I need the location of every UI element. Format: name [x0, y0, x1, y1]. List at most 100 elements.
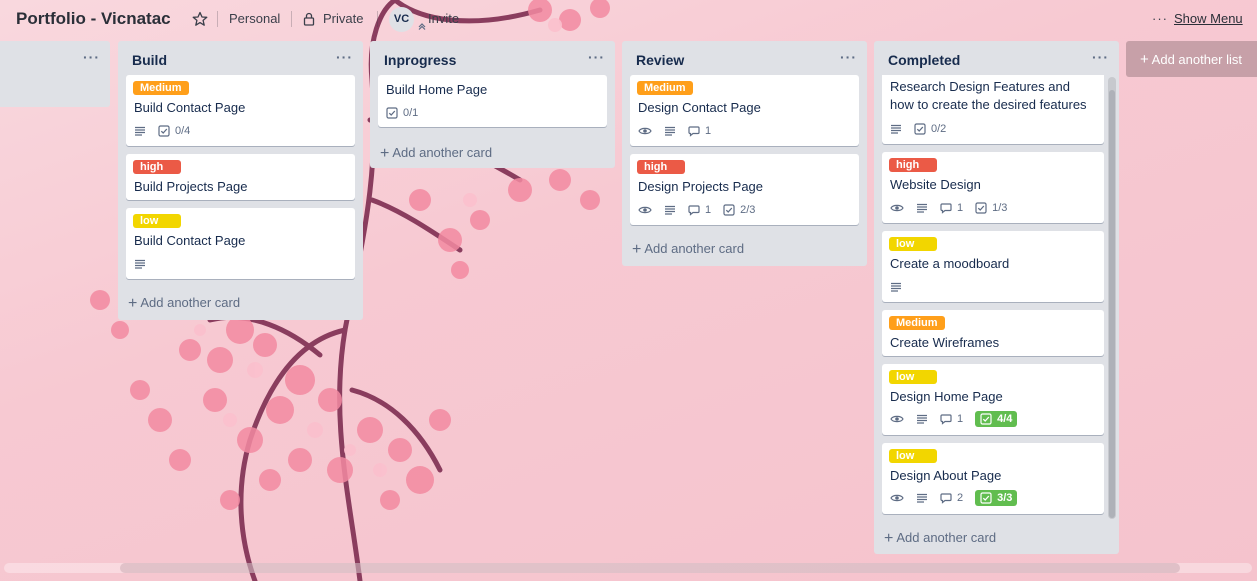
comments-badge: 1	[940, 413, 963, 425]
card-label[interactable]: Medium	[133, 81, 189, 95]
card-label[interactable]: high	[637, 160, 685, 174]
checklist-icon	[158, 125, 170, 137]
checklist-icon	[975, 202, 987, 214]
card-title: Design Home Page	[890, 389, 1003, 404]
card[interactable]: low Create a moodboard	[882, 231, 1104, 302]
checklist-complete-badge: 3/3	[975, 490, 1018, 506]
checklist-icon	[980, 492, 992, 504]
description-icon	[916, 413, 928, 425]
card-label[interactable]: high	[133, 160, 181, 174]
card[interactable]: Research Design Features and how to crea…	[882, 75, 1104, 144]
list-build: Build ··· Medium Build Contact Page 0/4 …	[118, 41, 363, 320]
card-title: Build Home Page	[386, 82, 488, 97]
list-title[interactable]: Build	[132, 52, 167, 68]
header-divider	[377, 11, 378, 27]
card[interactable]: high Build Projects Page	[126, 154, 355, 200]
avatar[interactable]: VC	[389, 7, 414, 32]
list-title[interactable]: Completed	[888, 52, 960, 68]
card-badges: 1	[638, 122, 723, 140]
add-card-button[interactable]: + Add another card	[884, 529, 996, 547]
list-menu-icon[interactable]: ···	[336, 49, 353, 65]
checklist-count: 0/2	[931, 123, 947, 135]
partial-list: ···	[0, 41, 110, 107]
card[interactable]: Medium Create Wireframes	[882, 310, 1104, 356]
description-icon	[664, 125, 676, 137]
description-icon	[916, 492, 928, 504]
visibility-button[interactable]: Private	[323, 11, 363, 26]
card-label[interactable]: low	[889, 237, 937, 251]
comments-badge: 1	[688, 204, 711, 216]
list-menu-icon[interactable]: ···	[83, 49, 100, 65]
card[interactable]: low Design Home Page 1 4/4	[882, 364, 1104, 435]
card[interactable]: low Design About Page 2 3/3	[882, 443, 1104, 514]
card-label[interactable]: low	[889, 370, 937, 384]
comment-count: 1	[957, 202, 964, 214]
add-card-button[interactable]: + Add another card	[128, 294, 240, 312]
plus-icon: +	[632, 241, 642, 258]
description-icon	[890, 123, 902, 135]
comment-count: 2	[957, 492, 964, 504]
card[interactable]: Medium Design Contact Page 1	[630, 75, 859, 146]
card-badges: 0/2	[890, 120, 958, 138]
card-title: Create Wireframes	[890, 335, 1000, 350]
comment-icon	[940, 203, 952, 214]
card-badges: 1 1/3	[890, 199, 1019, 217]
card-title: Build Contact Page	[134, 100, 246, 115]
header-divider	[217, 11, 218, 27]
list-title[interactable]: Review	[636, 52, 684, 68]
card[interactable]: high Design Projects Page 1 2/3	[630, 154, 859, 225]
team-button[interactable]: Personal	[229, 11, 280, 26]
board-title[interactable]: Portfolio - Vicnatac	[16, 9, 171, 29]
card-badges: 1 4/4	[890, 410, 1029, 428]
checklist-icon	[980, 413, 992, 425]
card-label[interactable]: Medium	[889, 316, 945, 330]
comment-count: 1	[957, 413, 964, 425]
eye-icon	[890, 413, 904, 425]
card[interactable]: low Build Contact Page	[126, 208, 355, 279]
star-icon[interactable]	[192, 11, 208, 27]
card-badges: 2 3/3	[890, 489, 1029, 507]
description-icon	[890, 281, 902, 293]
show-menu-button[interactable]: Show Menu	[1174, 11, 1243, 26]
plus-icon: +	[128, 295, 138, 312]
add-card-button[interactable]: + Add another card	[380, 144, 492, 162]
admin-chevron-icon	[418, 23, 426, 30]
card-badges	[134, 255, 158, 273]
description-icon	[134, 125, 146, 137]
list-scrollbar-thumb[interactable]	[1109, 90, 1115, 518]
checklist-badge: 0/2	[914, 123, 946, 135]
list-menu-icon[interactable]: ···	[1092, 49, 1109, 65]
add-card-label: Add another card	[140, 295, 241, 310]
card-badges: 0/4	[134, 122, 202, 140]
card[interactable]: high Website Design 1 1/3	[882, 152, 1104, 223]
add-list-button[interactable]: + Add another list	[1126, 41, 1257, 77]
card-title: Website Design	[890, 177, 981, 192]
checklist-complete-badge: 4/4	[975, 411, 1018, 427]
eye-icon	[890, 202, 904, 214]
card-title: Design Contact Page	[638, 100, 761, 115]
card-label[interactable]: high	[889, 158, 937, 172]
plus-icon: +	[884, 530, 894, 547]
comments-badge: 1	[688, 125, 711, 137]
card-label[interactable]: low	[133, 214, 181, 228]
description-icon	[664, 204, 676, 216]
checklist-badge: 0/1	[386, 107, 418, 119]
description-icon	[134, 258, 146, 270]
card[interactable]: Medium Build Contact Page 0/4	[126, 75, 355, 146]
card-title: Build Contact Page	[134, 233, 246, 248]
card-label[interactable]: Medium	[637, 81, 693, 95]
add-card-button[interactable]: + Add another card	[632, 240, 744, 258]
board-header: Portfolio - Vicnatac Personal Private VC…	[0, 0, 1257, 38]
menu-dots-icon[interactable]: ···	[1152, 11, 1168, 26]
card-label[interactable]: low	[889, 449, 937, 463]
list-title[interactable]: Inprogress	[384, 52, 456, 68]
invite-button[interactable]: Invite	[428, 11, 459, 26]
board-scrollbar-thumb[interactable]	[120, 563, 1180, 573]
checklist-count: 0/1	[403, 107, 419, 119]
list-menu-icon[interactable]: ···	[840, 49, 857, 65]
comments-badge: 1	[940, 202, 963, 214]
list-menu-icon[interactable]: ···	[588, 49, 605, 65]
card-badges: 0/1	[386, 104, 430, 122]
card[interactable]: Build Home Page 0/1	[378, 75, 607, 127]
comments-badge: 2	[940, 492, 963, 504]
